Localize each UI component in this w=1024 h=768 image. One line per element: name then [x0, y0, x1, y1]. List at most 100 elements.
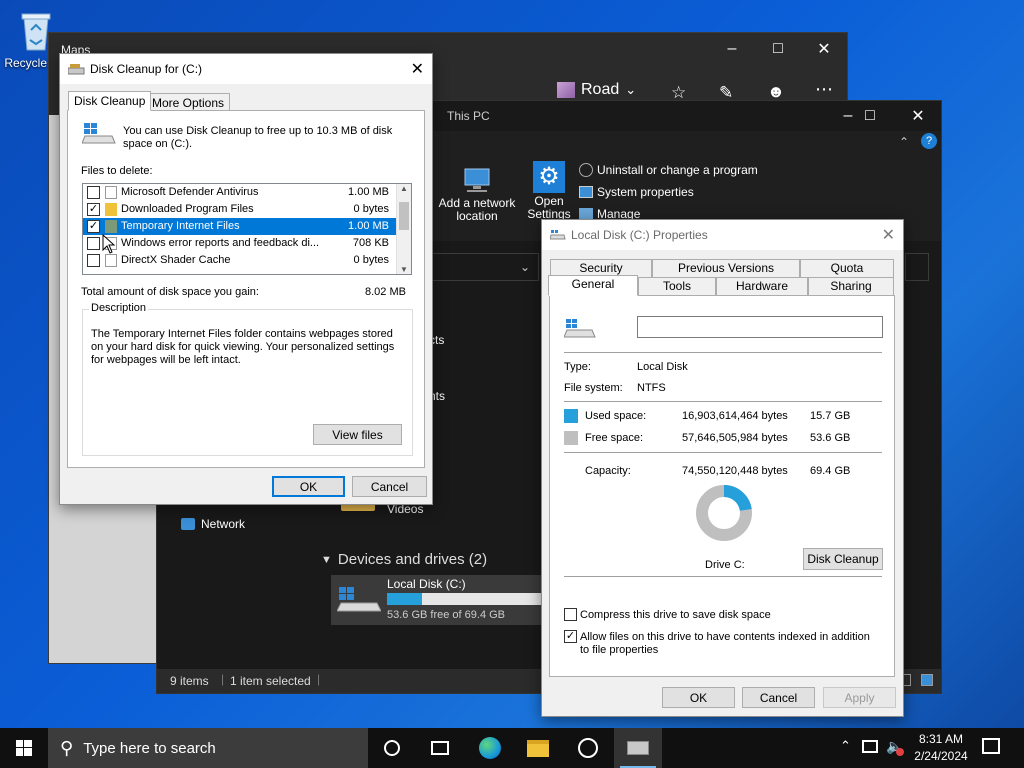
file-explorer-icon[interactable]	[514, 728, 562, 768]
disk-properties-dialog[interactable]: Local Disk (C:) Properties ✕ Security Pr…	[541, 219, 904, 717]
divider	[564, 352, 882, 353]
files-list-scrollbar[interactable]: ▲ ▼	[396, 184, 411, 274]
devices-section-header[interactable]: ▼ Devices and drives (2)	[321, 551, 487, 569]
account-icon[interactable]: ☻	[767, 82, 785, 102]
tab-hardware[interactable]: Hardware	[716, 277, 808, 296]
tab-tools[interactable]: Tools	[638, 277, 716, 296]
add-network-location-button[interactable]: Add a network location	[435, 165, 519, 223]
uninstall-program-button[interactable]: Uninstall or change a program	[579, 163, 758, 177]
maps-app-icon[interactable]	[564, 728, 612, 768]
drive-label-input[interactable]	[637, 316, 883, 338]
files-list[interactable]: Microsoft Defender Antivirus 1.00 MB ✓ Down…	[82, 183, 412, 275]
uninstall-label: Uninstall or change a program	[597, 163, 758, 177]
network-status-icon[interactable]	[862, 740, 878, 753]
cancel-button[interactable]: Cancel	[742, 687, 815, 708]
settings-gear-icon: ⚙	[533, 161, 565, 193]
type-value: Local Disk	[637, 361, 688, 373]
maps-close-button[interactable]: ✕	[801, 33, 847, 65]
edge-browser-icon[interactable]	[466, 728, 514, 768]
file-list-row[interactable]: ✓ Temporary Internet Files 1.00 MB	[83, 218, 397, 235]
taskbar-search-box[interactable]: ⚲ Type here to search	[48, 728, 368, 768]
clock-time[interactable]: 8:31 AM	[916, 732, 966, 746]
view-files-button[interactable]: View files	[313, 424, 402, 445]
file-type-icon	[105, 203, 117, 216]
file-checkbox[interactable]	[87, 254, 100, 267]
file-list-row[interactable]: Microsoft Defender Antivirus 1.00 MB	[83, 184, 397, 201]
divider	[564, 576, 882, 577]
status-selected: 1 item selected	[230, 674, 311, 688]
scroll-down-icon[interactable]: ▼	[397, 265, 411, 274]
start-button[interactable]	[0, 728, 48, 768]
tiles-view-icon[interactable]	[921, 674, 933, 686]
disk-cleanup-dialog[interactable]: Disk Cleanup for (C:) ✕ Disk Cleanup Mor…	[59, 53, 433, 505]
task-view-icon[interactable]	[416, 728, 464, 768]
ok-button[interactable]: OK	[662, 687, 735, 708]
local-disk-drive-tile[interactable]: Local Disk (C:) 53.6 GB free of 69.4 GB	[331, 575, 543, 625]
general-tab-panel: Type: Local Disk File system: NTFS Used …	[549, 295, 895, 677]
scrollbar-thumb[interactable]	[399, 202, 409, 230]
file-size: 0 bytes	[353, 254, 389, 266]
free-space-gb: 53.6 GB	[810, 432, 851, 444]
file-checkbox[interactable]	[87, 186, 100, 199]
file-name: DirectX Shader Cache	[121, 254, 231, 266]
system-properties-icon	[579, 186, 593, 198]
help-icon[interactable]: ?	[921, 133, 937, 149]
cortana-icon[interactable]	[368, 728, 416, 768]
free-space-label: Free space:	[585, 432, 644, 444]
file-system-value: NTFS	[637, 382, 666, 394]
tab-sharing[interactable]: Sharing	[808, 277, 894, 296]
add-network-location-label: Add a network location	[438, 196, 516, 223]
total-gain-value: 8.02 MB	[365, 286, 406, 298]
drive-icon	[82, 123, 116, 144]
explorer-maximize-button[interactable]: □	[847, 101, 893, 131]
open-settings-button[interactable]: ⚙ Open Settings	[525, 161, 573, 221]
tab-disk-cleanup[interactable]: Disk Cleanup	[68, 91, 152, 111]
chevron-down-icon: ⌄	[625, 82, 637, 97]
file-size: 708 KB	[352, 237, 389, 249]
more-options-icon[interactable]: ⋯	[815, 79, 833, 100]
file-checkbox[interactable]: ✓	[87, 203, 100, 216]
index-contents-checkbox[interactable]: ✓	[564, 630, 577, 643]
used-space-swatch	[564, 409, 578, 423]
system-properties-label: System properties	[597, 185, 694, 199]
disk-cleanup-title: Disk Cleanup for (C:)	[90, 62, 203, 76]
devices-header-label: Devices and drives (2)	[337, 551, 488, 568]
search-box[interactable]	[905, 253, 929, 281]
tab-previous-versions[interactable]: Previous Versions	[652, 259, 800, 278]
system-properties-button[interactable]: System properties	[579, 185, 694, 199]
address-dropdown-icon[interactable]: ⌄	[520, 260, 530, 274]
clock-date[interactable]: 2/24/2024	[910, 749, 972, 763]
maps-minimize-button[interactable]: –	[709, 33, 755, 65]
ok-button[interactable]: OK	[272, 476, 345, 497]
disk-cleanup-button[interactable]: Disk Cleanup	[803, 548, 883, 570]
file-checkbox[interactable]	[87, 237, 100, 250]
description-label: Description	[89, 302, 149, 314]
scroll-up-icon[interactable]: ▲	[397, 184, 411, 193]
compress-drive-checkbox[interactable]	[564, 608, 577, 621]
type-label: Type:	[564, 361, 591, 373]
file-type-icon	[105, 220, 117, 233]
file-list-row[interactable]: Windows error reports and feedback di...…	[83, 235, 397, 252]
properties-titlebar[interactable]: Local Disk (C:) Properties ✕	[542, 220, 903, 250]
disk-cleanup-titlebar[interactable]: Disk Cleanup for (C:) ✕	[60, 54, 432, 84]
capacity-bytes: 74,550,120,448 bytes	[682, 465, 788, 477]
maps-maximize-button[interactable]: □	[755, 33, 801, 65]
explorer-close-button[interactable]: ✕	[895, 101, 941, 131]
collapse-ribbon-icon[interactable]: ⌃	[899, 135, 909, 149]
file-checkbox[interactable]: ✓	[87, 220, 100, 233]
file-list-row[interactable]: ✓ Downloaded Program Files 0 bytes	[83, 201, 397, 218]
close-icon[interactable]: ✕	[411, 59, 424, 79]
file-list-row[interactable]: DirectX Shader Cache 0 bytes	[83, 252, 397, 269]
tab-general[interactable]: General	[548, 275, 638, 296]
disk-cleanup-taskbar-icon[interactable]	[614, 728, 662, 768]
close-icon[interactable]: ✕	[882, 225, 895, 245]
action-center-icon[interactable]	[982, 738, 1000, 754]
apply-button[interactable]: Apply	[823, 687, 896, 708]
free-space-bytes: 57,646,505,984 bytes	[682, 432, 788, 444]
total-gain-label: Total amount of disk space you gain:	[81, 286, 259, 298]
show-hidden-icons-icon[interactable]: ⌃	[840, 738, 851, 754]
nav-item-network[interactable]: Network	[181, 517, 245, 531]
tab-quota[interactable]: Quota	[800, 259, 894, 278]
map-style-dropdown[interactable]: Road ⌄	[557, 81, 636, 99]
cancel-button[interactable]: Cancel	[352, 476, 427, 497]
